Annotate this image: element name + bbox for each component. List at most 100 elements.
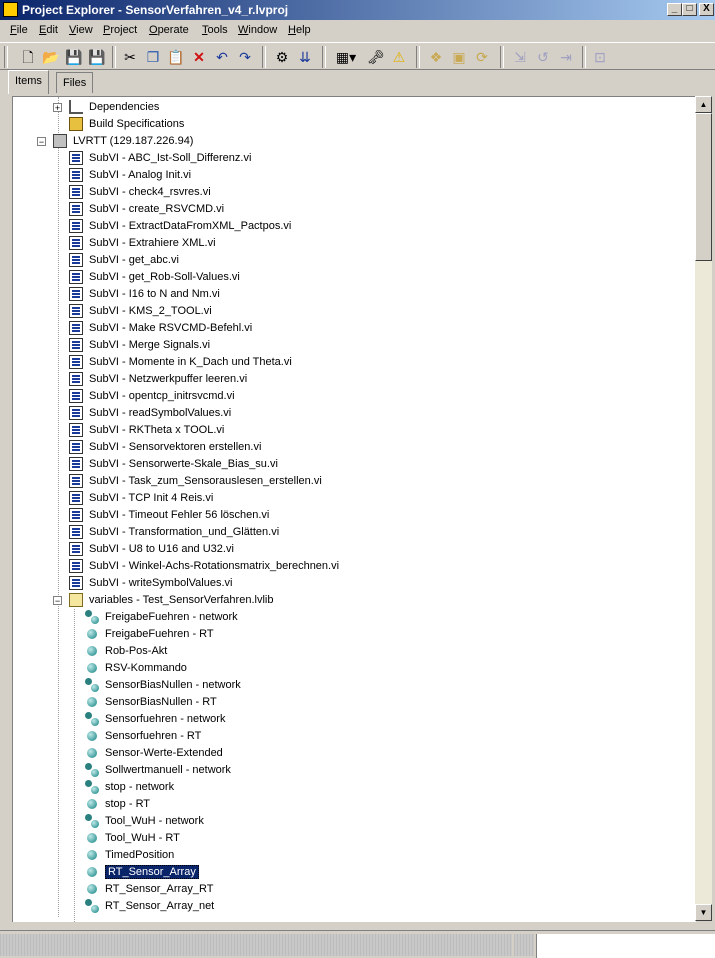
tree-item-variable[interactable]: TimedPosition: [85, 847, 174, 864]
tree-item-subvi[interactable]: SubVI - get_Rob-Soll-Values.vi: [69, 269, 240, 286]
expand-dependencies-button[interactable]: +: [53, 103, 62, 113]
menu-window[interactable]: Window: [238, 24, 277, 36]
view-options-icon[interactable]: ▦▾: [330, 47, 362, 67]
tree-item-variable[interactable]: Rob-Pos-Akt: [85, 643, 167, 660]
tree-item-subvi[interactable]: SubVI - Timeout Fehler 56 löschen.vi: [69, 507, 269, 524]
tree-item-subvi[interactable]: SubVI - create_RSVCMD.vi: [69, 201, 224, 218]
cut-icon[interactable]: ✂: [120, 47, 140, 67]
tree-item-label: SubVI - ABC_Ist-Soll_Differenz.vi: [89, 152, 252, 164]
tree-item-variable[interactable]: Sensorfuehren - RT: [85, 728, 201, 745]
network-variable-icon: [85, 763, 99, 778]
tree-item-subvi[interactable]: SubVI - Task_zum_Sensorauslesen_erstelle…: [69, 473, 322, 490]
tree-item-subvi[interactable]: SubVI - ExtractDataFromXML_Pactpos.vi: [69, 218, 291, 235]
scroll-down-button[interactable]: ▼: [695, 904, 712, 921]
delete-icon[interactable]: ✕: [189, 47, 209, 67]
refresh-icon: ⟳: [476, 49, 488, 65]
vi-icon: [69, 508, 83, 523]
tree-item-subvi[interactable]: SubVI - KMS_2_TOOL.vi: [69, 303, 212, 320]
network-variable-icon: [85, 712, 99, 727]
title-bar[interactable]: Project Explorer - SensorVerfahren_v4_r.…: [0, 0, 715, 20]
tree-item-subvi[interactable]: SubVI - check4_rsvres.vi: [69, 184, 211, 201]
menu-operate[interactable]: Operate: [149, 24, 189, 36]
tree-item-variable[interactable]: RT_Sensor_Array_RT: [85, 881, 213, 898]
tree-item-subvi[interactable]: SubVI - Transformation_und_Glätten.vi: [69, 524, 279, 541]
vi-icon: [69, 372, 83, 387]
tree-item-subvi[interactable]: SubVI - writeSymbolValues.vi: [69, 575, 232, 592]
tree-item-label: FreigabeFuehren - network: [105, 611, 238, 623]
copy-icon[interactable]: ❐: [143, 47, 163, 67]
tree-item-variable[interactable]: stop - network: [85, 779, 174, 796]
project-tree[interactable]: + Dependencies Build Specifications − LVRTT …: [12, 96, 696, 922]
tree-item-variable[interactable]: Sensor-Werte-Extended: [85, 745, 223, 762]
tree-item-subvi[interactable]: SubVI - Make RSVCMD-Befehl.vi: [69, 320, 252, 337]
tree-item-variable[interactable]: Sollwertmanuell - network: [85, 762, 231, 779]
tree-item-subvi[interactable]: SubVI - RKTheta x TOOL.vi: [69, 422, 224, 439]
menu-help[interactable]: Help: [288, 24, 311, 36]
tree-item-subvi[interactable]: SubVI - readSymbolValues.vi: [69, 405, 231, 422]
toolbar: 🗋 📂 💾 💾 ✂ ❐ 📋 ✕ ↶ ↷ ⚙ ⇊ ▦▾ 🗝 ⚠ ❖ ▣ ⟳ ⇲ ↺…: [0, 42, 715, 70]
tree-item-variable[interactable]: SensorBiasNullen - network: [85, 677, 241, 694]
tree-item-subvi[interactable]: SubVI - U8 to U16 and U32.vi: [69, 541, 234, 558]
tree-item-subvi[interactable]: SubVI - Netzwerkpuffer leeren.vi: [69, 371, 247, 388]
menu-edit[interactable]: Edit: [39, 24, 58, 36]
redo-icon[interactable]: ↷: [235, 47, 255, 67]
tree-item-library[interactable]: variables - Test_SensorVerfahren.lvlib: [69, 592, 273, 609]
tree-item-subvi[interactable]: SubVI - Sensorvektoren erstellen.vi: [69, 439, 261, 456]
tab-items[interactable]: Items: [8, 70, 49, 94]
tree-item-variable[interactable]: SensorBiasNullen - RT: [85, 694, 217, 711]
menu-view[interactable]: View: [69, 24, 93, 36]
tree-item-variable[interactable]: FreigabeFuehren - RT: [85, 626, 214, 643]
tree-item-subvi[interactable]: SubVI - Extrahiere XML.vi: [69, 235, 216, 252]
save-icon[interactable]: 💾: [64, 47, 84, 67]
labview-app-icon: [3, 2, 18, 17]
warning-icon[interactable]: ⚠: [389, 47, 409, 67]
scroll-up-button[interactable]: ▲: [695, 96, 712, 113]
tree-item-label: RSV-Kommando: [105, 662, 187, 674]
vi-icon: [69, 406, 83, 421]
tree-item-subvi[interactable]: SubVI - opentcp_initrsvcmd.vi: [69, 388, 235, 405]
tree-item-build-specifications[interactable]: Build Specifications: [69, 116, 184, 133]
save-all-icon[interactable]: 💾: [87, 47, 107, 67]
tree-item-target[interactable]: LVRTT (129.187.226.94): [53, 133, 193, 150]
tree-item-variable[interactable]: RT_Sensor_Array: [85, 864, 199, 881]
tree-item-subvi[interactable]: SubVI - I16 to N and Nm.vi: [69, 286, 220, 303]
undo-icon[interactable]: ↶: [212, 47, 232, 67]
tab-files[interactable]: Files: [56, 72, 94, 93]
tree-item-subvi[interactable]: SubVI - Sensorwerte-Skale_Bias_su.vi: [69, 456, 278, 473]
tree-item-dependencies[interactable]: Dependencies: [69, 99, 159, 116]
tree-item-label: SubVI - get_abc.vi: [89, 254, 179, 266]
tree-item-subvi[interactable]: SubVI - Merge Signals.vi: [69, 337, 210, 354]
tree-item-variable[interactable]: FreigabeFuehren - network: [85, 609, 238, 626]
close-button[interactable]: X: [699, 3, 714, 16]
tree-item-subvi[interactable]: SubVI - TCP Init 4 Reis.vi: [69, 490, 213, 507]
tree-item-variable[interactable]: stop - RT: [85, 796, 150, 813]
paste-icon[interactable]: 📋: [166, 47, 186, 67]
scroll-thumb[interactable]: [695, 113, 712, 261]
tree-item-label: SubVI - Analog Init.vi: [89, 169, 192, 181]
collapse-target-button[interactable]: −: [37, 137, 46, 147]
tree-item-variable[interactable]: Tool_WuH - network: [85, 813, 204, 830]
open-icon[interactable]: 📂: [41, 47, 61, 67]
deploy-icon[interactable]: ⇊: [295, 47, 315, 67]
tree-item-variable[interactable]: Tool_WuH - RT: [85, 830, 180, 847]
tree-item-subvi[interactable]: SubVI - Momente in K_Dach und Theta.vi: [69, 354, 292, 371]
vi-icon: [69, 576, 83, 591]
tree-item-subvi[interactable]: SubVI - get_abc.vi: [69, 252, 179, 269]
tree-item-variable[interactable]: RT_Sensor_Array_net: [85, 898, 214, 915]
menu-file[interactable]: File: [10, 24, 28, 36]
tree-item-subvi[interactable]: SubVI - ABC_Ist-Soll_Differenz.vi: [69, 150, 251, 167]
vi-icon: [69, 440, 83, 455]
vertical-scrollbar[interactable]: ▲ ▼: [695, 96, 712, 921]
tree-item-subvi[interactable]: SubVI - Winkel-Achs-Rotationsmatrix_bere…: [69, 558, 339, 575]
collapse-library-button[interactable]: −: [53, 596, 62, 606]
maximize-button[interactable]: □: [682, 3, 697, 16]
tree-item-subvi[interactable]: SubVI - Analog Init.vi: [69, 167, 191, 184]
tree-item-variable[interactable]: RSV-Kommando: [85, 660, 187, 677]
menu-project[interactable]: Project: [103, 24, 137, 36]
properties-icon[interactable]: 🗝: [366, 47, 386, 67]
minimize-button[interactable]: _: [667, 3, 682, 16]
new-icon[interactable]: 🗋: [18, 47, 38, 67]
build-icon[interactable]: ⚙: [272, 47, 292, 67]
menu-tools[interactable]: Tools: [202, 24, 228, 36]
tree-item-variable[interactable]: Sensorfuehren - network: [85, 711, 225, 728]
